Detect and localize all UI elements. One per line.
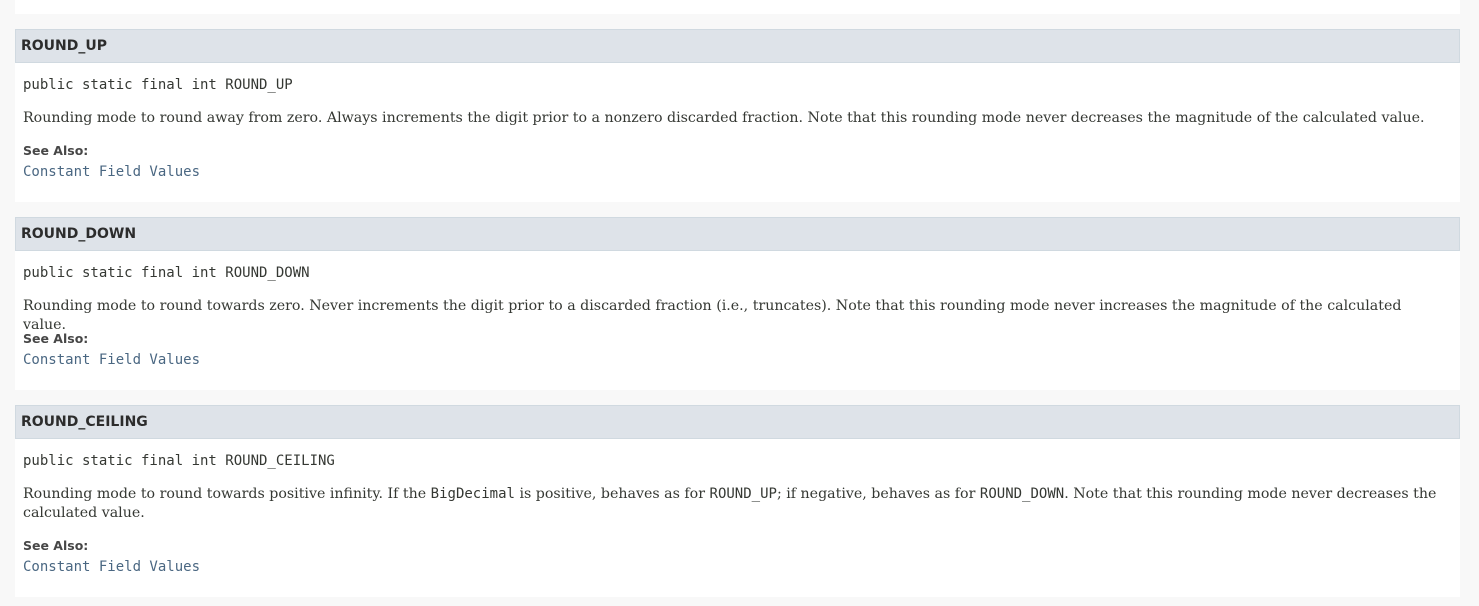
constant-field-values-link[interactable]: Constant Field Values bbox=[23, 164, 200, 180]
description-text: ; if negative, behaves as for bbox=[776, 486, 980, 502]
code-bigdecimal: BigDecimal bbox=[430, 486, 515, 502]
member-header: ROUND_CEILING bbox=[15, 405, 1460, 439]
member-signature: public static final int ROUND_DOWN bbox=[23, 265, 310, 281]
member-title: ROUND_CEILING bbox=[21, 414, 148, 430]
code-round-up: ROUND_UP bbox=[709, 486, 777, 502]
see-also-label: See Also: bbox=[23, 538, 89, 553]
member-round-up: ROUND_UP public static final int ROUND_U… bbox=[15, 29, 1460, 202]
member-title: ROUND_DOWN bbox=[21, 226, 137, 242]
member-round-down: ROUND_DOWN public static final int ROUND… bbox=[15, 217, 1460, 390]
member-header: ROUND_UP bbox=[15, 29, 1460, 63]
description-text: is positive, behaves as for bbox=[514, 486, 710, 502]
member-signature: public static final int ROUND_CEILING bbox=[23, 453, 335, 469]
see-also-label: See Also: bbox=[23, 143, 89, 158]
member-round-ceiling: ROUND_CEILING public static final int RO… bbox=[15, 405, 1460, 597]
member-header: ROUND_DOWN bbox=[15, 217, 1460, 251]
constant-field-values-link[interactable]: Constant Field Values bbox=[23, 352, 200, 368]
code-round-down: ROUND_DOWN bbox=[979, 486, 1065, 502]
member-description: Rounding mode to round towards positive … bbox=[23, 485, 1443, 523]
see-also-label: See Also: bbox=[23, 331, 89, 346]
member-title: ROUND_UP bbox=[21, 38, 108, 54]
member-description: Rounding mode to round away from zero. A… bbox=[23, 110, 1425, 126]
previous-member-block bbox=[15, 0, 1460, 14]
description-text: Rounding mode to round towards positive … bbox=[23, 486, 431, 502]
member-signature: public static final int ROUND_UP bbox=[23, 77, 293, 93]
member-description: Rounding mode to round towards zero. Nev… bbox=[23, 298, 1402, 333]
constant-field-values-link[interactable]: Constant Field Values bbox=[23, 559, 200, 575]
